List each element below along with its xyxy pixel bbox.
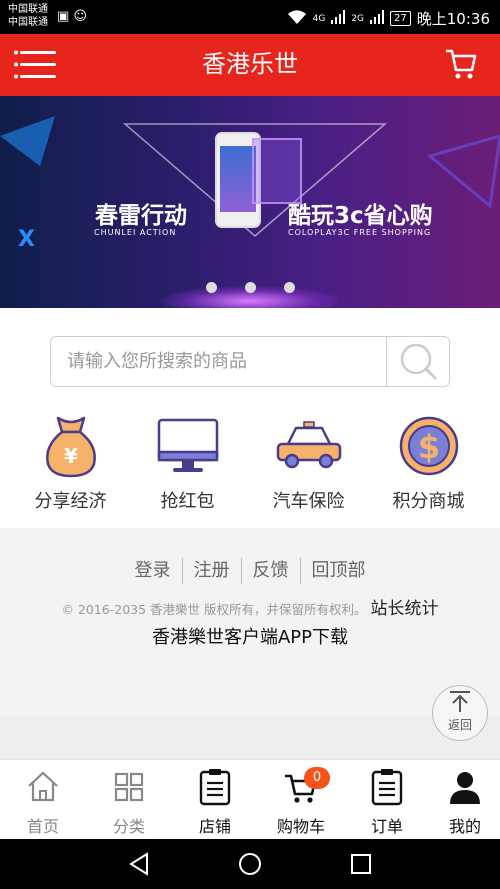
footer-links: 登录 注册 反馈 回顶部 <box>0 556 500 584</box>
user-icon <box>450 772 480 804</box>
main-section: ¥ 分享经济 抢红包 汽车保险 <box>0 308 500 528</box>
banner-pagination <box>0 278 500 297</box>
stats-link[interactable]: 站长统计 <box>371 599 439 619</box>
category-label: 抢红包 <box>160 491 215 512</box>
search-icon <box>400 343 437 380</box>
notification-icons: ▣ ☺ <box>57 9 87 24</box>
tab-label: 购物车 <box>276 817 325 836</box>
category-label: 分享经济 <box>34 491 107 512</box>
clock: 晚上10:36 <box>416 10 490 28</box>
tab-orders[interactable]: 订单 <box>344 768 430 837</box>
tab-label: 订单 <box>370 817 403 836</box>
category-label: 积分商城 <box>392 491 465 512</box>
tab-cart[interactable]: 0 购物车 <box>258 767 344 837</box>
battery-level: 27 <box>390 11 411 26</box>
page-title: 香港乐世 <box>202 50 298 78</box>
order-list-icon <box>371 769 403 806</box>
store-list-icon <box>199 769 231 806</box>
tab-home[interactable]: 首页 <box>0 768 86 837</box>
cart-badge: 0 <box>304 767 330 789</box>
network-4g: 4G <box>312 13 326 24</box>
back-icon[interactable] <box>128 852 150 876</box>
monitor-icon <box>157 418 218 472</box>
carrier-1: 中国联通 <box>8 4 48 15</box>
banner-left-subtitle: CHUNLEI ACTION <box>94 228 177 237</box>
money-bag-icon: ¥ <box>45 416 96 478</box>
bottom-tab-bar: 首页 分类 店铺 0 购物车 订单 我的 <box>0 759 500 839</box>
home-nav-icon[interactable] <box>238 852 262 876</box>
tab-label: 分类 <box>112 817 145 836</box>
search-input[interactable] <box>51 337 387 386</box>
status-right: 4G 2G 27 晚上10:36 <box>287 8 490 29</box>
svg-text:¥: ¥ <box>64 444 78 468</box>
feedback-link[interactable]: 反馈 <box>242 560 300 581</box>
signal-1-icon <box>331 9 346 28</box>
cart-icon <box>446 49 477 79</box>
back-top-link[interactable]: 回顶部 <box>301 560 377 581</box>
status-bar: 中国联通 中国联通 ▣ ☺ 4G 2G 27 晚上10:36 <box>0 0 500 34</box>
search-button[interactable] <box>386 337 449 386</box>
back-to-top-label: 返回 <box>447 718 472 732</box>
carrier-2: 中国联通 <box>8 17 48 28</box>
category-grid: ¥ 分享经济 抢红包 汽车保险 $ 积分商城 <box>0 414 500 524</box>
tab-label: 我的 <box>448 817 481 836</box>
signal-2-icon <box>370 9 385 28</box>
arrow-up-icon <box>450 691 470 712</box>
svg-text:$: $ <box>417 428 439 466</box>
header-cart-button[interactable] <box>444 46 478 82</box>
tab-profile[interactable]: 我的 <box>430 768 500 837</box>
footer-band <box>0 716 500 759</box>
app-header: 香港乐世 <box>0 34 500 96</box>
register-link[interactable]: 注册 <box>183 560 241 581</box>
app-notification-icon: ☺ <box>73 9 87 24</box>
category-item[interactable]: 汽车保险 <box>246 414 371 513</box>
dollar-coin-icon: $ <box>399 416 458 476</box>
category-item[interactable]: $ 积分商城 <box>366 414 491 513</box>
copyright: © 2016-2035 香港樂世 版权所有，并保留所有权利。 站长统计 <box>0 594 500 619</box>
search-bar <box>50 336 450 387</box>
tab-label: 店铺 <box>198 817 231 836</box>
grid-icon <box>114 772 144 802</box>
car-icon <box>276 421 341 469</box>
category-item[interactable]: 抢红包 <box>125 414 250 513</box>
system-nav-bar <box>0 839 500 889</box>
category-item[interactable]: ¥ 分享经济 <box>8 414 133 513</box>
tab-store[interactable]: 店铺 <box>172 768 258 837</box>
home-icon <box>28 771 58 802</box>
network-2g: 2G <box>351 13 365 24</box>
banner-right-title: 酷玩3c省心购 <box>288 203 433 229</box>
image-notification-icon: ▣ <box>57 9 70 24</box>
category-label: 汽车保险 <box>272 491 345 512</box>
pagination-dot[interactable] <box>205 282 217 293</box>
hologram-image <box>252 138 302 204</box>
copyright-text: © 2016-2035 香港樂世 版权所有，并保留所有权利。 <box>61 602 367 617</box>
tab-category[interactable]: 分类 <box>86 768 172 837</box>
promo-banner[interactable]: X 春雷行动 CHUNLEI ACTION 酷玩3c省心购 COLOPLAY3C… <box>0 96 500 308</box>
login-link[interactable]: 登录 <box>124 560 182 581</box>
pagination-dot[interactable] <box>283 282 295 293</box>
wifi-icon <box>287 9 307 29</box>
carrier-info: 中国联通 中国联通 <box>8 3 48 29</box>
back-to-top-button[interactable]: 返回 <box>432 685 488 741</box>
app-download-link[interactable]: 香港樂世客户端APP下载 <box>0 623 500 649</box>
banner-right-subtitle: COLOPLAY3C FREE SHOPPING <box>288 228 432 237</box>
tab-label: 首页 <box>26 817 59 836</box>
pagination-dot[interactable] <box>244 282 256 293</box>
recents-icon[interactable] <box>350 853 372 875</box>
banner-left-title: 春雷行动 <box>95 203 187 229</box>
svg-text:X: X <box>18 227 35 252</box>
